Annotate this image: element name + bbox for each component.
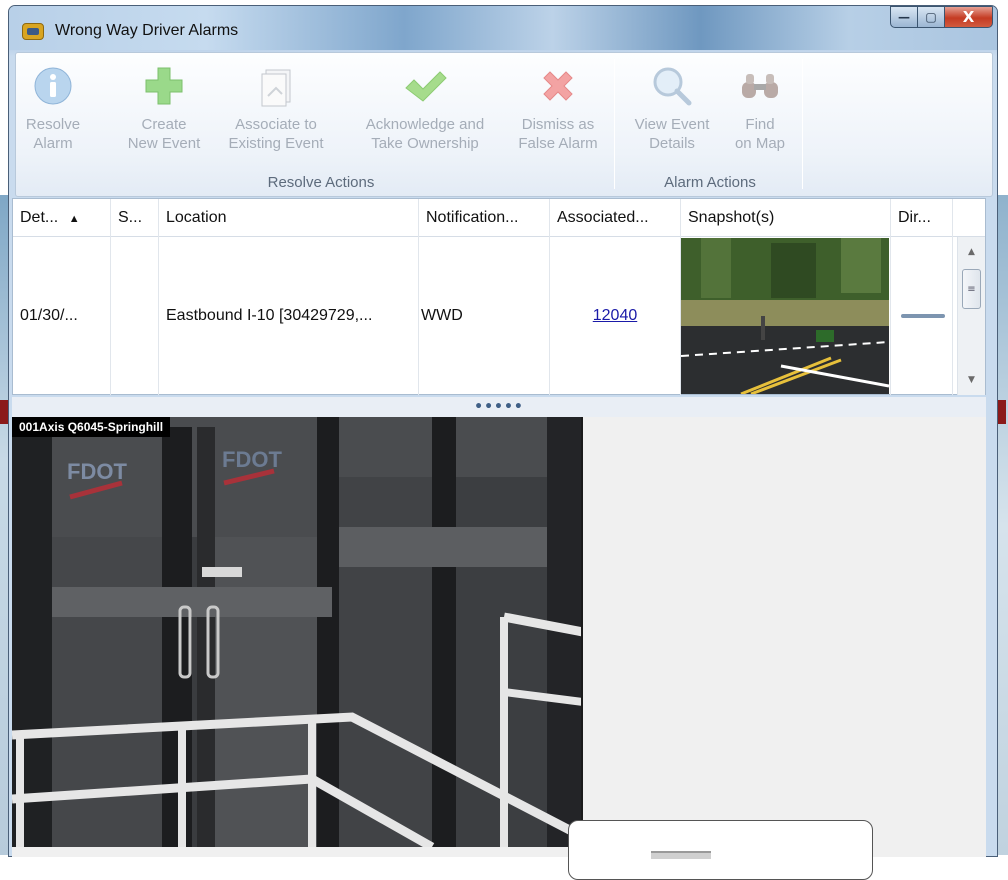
close-button[interactable]: X [945,6,993,28]
direction-indicator [900,314,945,318]
scroll-down-icon[interactable]: ▼ [958,369,985,391]
cell-status [111,237,159,395]
create-new-event-button[interactable]: Create New Event [116,57,212,153]
x-icon [543,71,573,101]
ribbon-separator [802,59,803,189]
magnifier-icon [653,67,692,106]
splitter-grip-icon: ••••• [474,399,524,415]
acknowledge-label-2: Take Ownership [371,135,479,152]
camera-label: 001Axis Q6045-Springhill [12,417,171,437]
column-header-associated[interactable]: Associated... [550,199,681,237]
resolve-actions-group-label: Resolve Actions [267,174,375,191]
maximize-icon: ▢ [925,10,937,24]
dismiss-label-2: False Alarm [518,135,598,152]
ribbon-toolbar: Resolve Alarm Create New Event Associate… [15,52,993,197]
dismiss-false-alarm-button[interactable]: Dismiss as False Alarm [510,57,606,153]
column-header-status[interactable]: S... [111,199,159,237]
desktop-marker [0,400,8,424]
close-icon: X [962,8,975,26]
snapshot-thumbnail[interactable] [681,238,889,394]
column-header-notification[interactable]: Notification... [419,199,550,237]
ribbon-separator [614,59,615,189]
view-event-details-button[interactable]: View Event Details [622,57,722,153]
find-on-map-button[interactable]: Find on Map [722,57,798,153]
app-icon [22,23,44,40]
grid-header: Det... ▲ S... Location Notification... A… [13,199,985,237]
column-header-detected[interactable]: Det... ▲ [13,199,111,237]
cell-associated: 12040 [550,237,681,395]
window-controls: — ▢ X [890,6,993,28]
cell-snapshot [681,237,891,395]
video-pane: FDOT FDOT 001Axis Q6045-Springhill [12,417,986,857]
column-header-location[interactable]: Location [159,199,419,237]
column-header-direction[interactable]: Dir... [891,199,953,237]
table-row[interactable]: 01/30/... Eastbound I-10 [30429729,... W… [13,237,953,395]
plus-icon [145,67,183,105]
create-new-event-label-2: New Event [127,135,201,152]
find-on-map-label-1: Find [745,116,775,133]
resolve-alarm-label-2: Alarm [33,135,73,152]
find-on-map-label-2: on Map [734,135,786,152]
checkmark-icon [405,71,447,102]
acknowledge-take-ownership-button[interactable]: Acknowledge and Take Ownership [344,57,506,153]
associated-event-link[interactable]: 12040 [593,307,638,325]
binoculars-icon [742,74,778,98]
sort-ascending-icon: ▲ [68,213,80,225]
overlay-panel [568,820,873,880]
desktop-marker [998,400,1006,424]
associate-existing-event-button[interactable]: Associate to Existing Event [216,57,336,153]
view-event-label-1: View Event [634,116,710,133]
acknowledge-label-1: Acknowledge and [365,116,485,133]
resolve-alarm-label-1: Resolve [25,116,81,133]
camera-frame: FDOT FDOT [12,417,581,847]
pane-splitter[interactable]: ••••• [12,397,986,417]
title-bar[interactable]: Wrong Way Driver Alarms — ▢ X [9,6,997,50]
grid-vertical-scrollbar[interactable]: ▲ ≡ ▼ [957,237,985,395]
column-header-detected-label: Det... [20,209,59,226]
resolve-alarm-button[interactable]: Resolve Alarm [18,57,88,153]
dismiss-label-1: Dismiss as [521,116,595,133]
document-icon [261,69,291,107]
window-title: Wrong Way Driver Alarms [55,22,239,39]
camera-video-feed[interactable]: FDOT FDOT 001Axis Q6045-Springhill [12,417,583,847]
info-icon [34,67,72,105]
cell-detected: 01/30/... [13,237,111,395]
create-new-event-label-1: Create [141,116,187,133]
alarm-actions-group-label: Alarm Actions [664,174,756,191]
alarms-grid: Det... ▲ S... Location Notification... A… [12,198,986,395]
associate-label-1: Associate to [235,116,317,133]
scroll-up-icon[interactable]: ▲ [958,241,985,263]
associate-label-2: Existing Event [228,135,324,152]
minimize-button[interactable]: — [890,6,918,28]
maximize-button[interactable]: ▢ [918,6,945,28]
scroll-thumb[interactable]: ≡ [962,269,981,309]
cell-notification: WWD [419,237,550,395]
column-header-snapshots[interactable]: Snapshot(s) [681,199,891,237]
svg-text:FDOT: FDOT [67,459,127,484]
view-event-label-2: Details [649,135,695,152]
cell-direction [891,237,953,395]
cell-location: Eastbound I-10 [30429729,... [159,237,419,395]
minimize-icon: — [898,10,910,24]
svg-text:FDOT: FDOT [222,447,282,472]
overlay-graphic [651,851,711,859]
